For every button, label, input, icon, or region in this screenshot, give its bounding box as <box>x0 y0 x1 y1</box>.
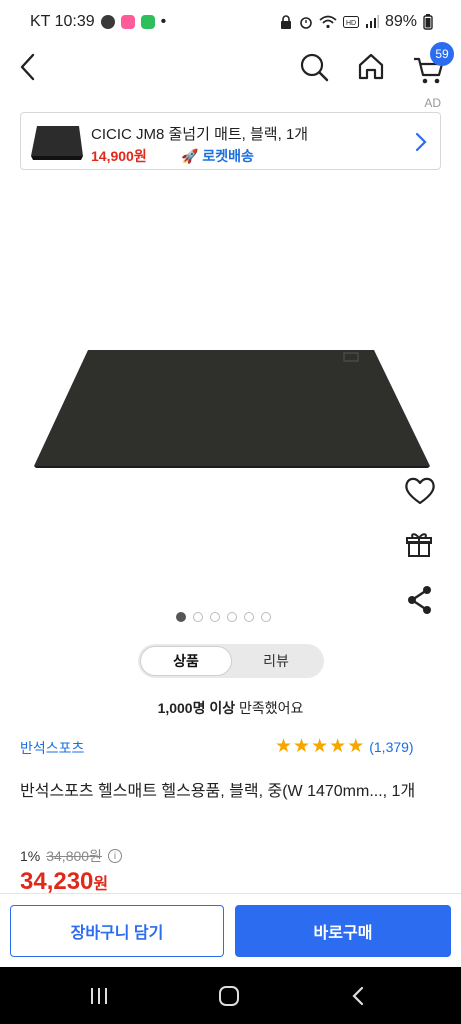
star-icon: ★ <box>347 736 365 757</box>
bottom-action-bar: 장바구니 담기 바로구매 <box>0 893 461 968</box>
satisfaction-text: 1,000명 이상 만족했어요 <box>0 698 461 718</box>
tab-review[interactable]: 리뷰 <box>230 646 322 676</box>
info-icon[interactable]: i <box>107 849 122 863</box>
app-notif-icon <box>120 15 135 29</box>
gallery-dot[interactable] <box>244 612 254 622</box>
sale-price: 34,230원 <box>20 868 108 896</box>
discount-row: 1% 34,800원 i <box>20 846 122 866</box>
sale-price-value: 34,230 <box>20 868 94 895</box>
system-nav-bar <box>0 967 461 1024</box>
gallery-dot[interactable] <box>227 612 237 622</box>
home-icon[interactable] <box>356 52 386 82</box>
product-title: 반석스포츠 헬스매트 헬스용품, 블랙, 중(W 1470mm..., 1개 <box>20 783 416 800</box>
gallery-dot[interactable] <box>193 612 203 622</box>
battery-level: 89% <box>384 13 417 30</box>
add-to-cart-button[interactable]: 장바구니 담기 <box>10 905 224 957</box>
carrier-time: KT 10:39 <box>30 13 95 30</box>
rating[interactable]: ★ ★ ★ ★ ★ (1,379) <box>275 737 414 757</box>
original-price: 34,800원 <box>46 848 102 864</box>
sale-price-unit: 원 <box>93 876 109 893</box>
chevron-right-icon <box>415 132 427 152</box>
ad-card[interactable]: CICIC JM8 줄넘기 매트, 블랙, 1개 14,900원 🚀 로켓배송 <box>20 112 441 170</box>
ad-label: AD <box>424 96 441 110</box>
battery-icon <box>423 14 433 30</box>
review-count: (1,379) <box>369 739 414 755</box>
discount-rate: 1% <box>20 848 41 864</box>
brand-link[interactable]: 반석스포츠 <box>20 738 84 758</box>
product-review-toggle: 상품 리뷰 <box>138 644 324 678</box>
gallery-pagination <box>176 612 271 622</box>
product-image[interactable] <box>34 350 430 468</box>
share-icon[interactable] <box>403 584 437 616</box>
home-nav-icon[interactable] <box>217 985 241 1007</box>
ad-product-thumbnail <box>31 126 83 160</box>
alarm-icon <box>300 17 312 29</box>
star-icon: ★ <box>311 736 329 757</box>
star-icon: ★ <box>275 736 293 757</box>
signal-icon <box>365 15 379 28</box>
wifi-icon <box>319 15 337 29</box>
gallery-dot[interactable] <box>261 612 271 622</box>
status-bar: KT 10:39 • HD 89% <box>0 0 461 44</box>
cart-badge: 59 <box>430 42 454 66</box>
gallery-dot[interactable] <box>176 612 186 622</box>
talk-icon <box>100 15 115 29</box>
star-icon: ★ <box>293 736 311 757</box>
recent-apps-icon[interactable] <box>88 985 110 1007</box>
satisfaction-count: 1,000명 이상 <box>157 700 236 716</box>
more-notif-dot: • <box>160 13 167 30</box>
back-icon[interactable] <box>16 52 40 82</box>
rocket-delivery-badge: 🚀 로켓배송 <box>181 148 254 164</box>
satisfaction-suffix: 만족했어요 <box>235 700 304 716</box>
cart-button[interactable]: 59 <box>412 42 454 88</box>
status-left: KT 10:39 • <box>30 13 166 31</box>
tab-product[interactable]: 상품 <box>140 646 232 676</box>
ad-title: CICIC JM8 줄넘기 매트, 블랙, 1개 <box>91 126 309 143</box>
gallery-dot[interactable] <box>210 612 220 622</box>
lock-icon <box>280 15 291 29</box>
buy-now-button[interactable]: 바로구매 <box>235 905 451 957</box>
heart-icon[interactable] <box>403 476 437 506</box>
app-notif-icon-2 <box>140 15 155 29</box>
app-bar: 59 <box>0 42 461 92</box>
gift-icon[interactable] <box>403 530 437 560</box>
svg-text:HD: HD <box>346 20 356 27</box>
ad-price: 14,900원 <box>91 148 147 164</box>
hd-icon: HD <box>342 16 359 28</box>
search-icon[interactable] <box>299 52 329 82</box>
star-icon: ★ <box>329 736 347 757</box>
status-right: HD 89% <box>279 13 433 31</box>
back-nav-icon[interactable] <box>348 985 368 1007</box>
